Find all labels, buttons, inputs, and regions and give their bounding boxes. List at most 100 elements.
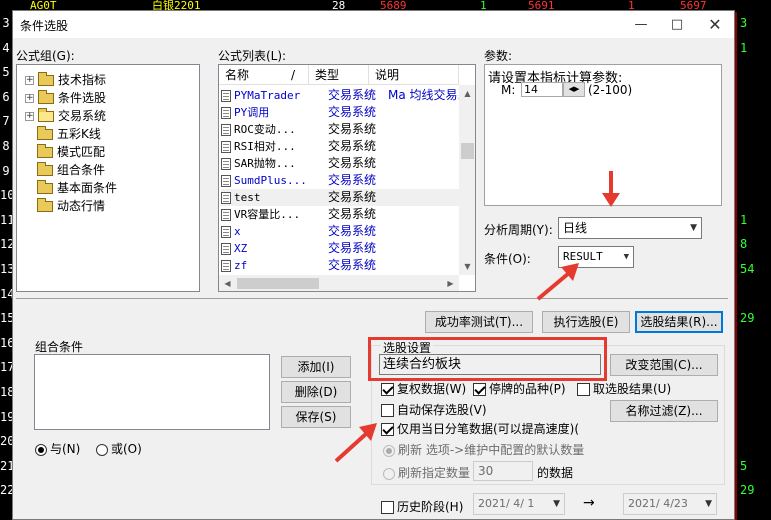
list-item[interactable]: SumdPlus... 交易系统 xyxy=(221,172,459,189)
list-item[interactable]: x 交易系统 xyxy=(221,223,459,240)
scroll-left-arrow-icon[interactable]: ◀ xyxy=(219,275,236,291)
formula-name: zf xyxy=(234,259,248,272)
date-to-value: 2021/ 4/23 xyxy=(628,497,688,510)
change-range-button[interactable]: 改变范围(C)... xyxy=(610,354,718,376)
tree-item-label: 组合条件 xyxy=(57,163,106,177)
formula-name: SumdPlus... xyxy=(234,174,307,187)
condition-label: 条件(O): xyxy=(484,252,531,266)
refresh-default-radio[interactable]: 刷新 选项->维护中配置的默认数量 xyxy=(383,441,584,458)
background-row-number: 13 xyxy=(0,262,15,276)
add-button[interactable]: 添加(I) xyxy=(281,356,351,378)
params-label: 参数: xyxy=(484,49,513,63)
list-item[interactable]: test 交易系统 xyxy=(221,189,459,206)
period-select[interactable]: 日线 ▼ xyxy=(558,217,702,239)
list-item[interactable]: VR容量比... 交易系统 xyxy=(221,206,459,223)
formula-type: 交易系统 xyxy=(328,173,377,187)
tree-item[interactable]: 组合条件 xyxy=(37,161,105,179)
or-radio[interactable]: 或(O) xyxy=(96,440,142,457)
suspended-checkbox[interactable]: 停牌的品种(P) xyxy=(473,380,566,397)
date-from-picker[interactable]: 2021/ 4/ 1 ▼ xyxy=(473,493,565,515)
param-m-spinner-icon[interactable]: ◀▶ xyxy=(563,82,585,97)
tree-item[interactable]: 模式匹配 xyxy=(37,143,105,161)
background-right-value: 1 xyxy=(740,212,748,227)
formula-doc-icon xyxy=(221,89,231,102)
execute-select-button[interactable]: 执行选股(E) xyxy=(542,311,630,333)
history-checkbox[interactable]: 历史阶段(H) xyxy=(381,498,463,515)
list-item[interactable]: PY调用 交易系统 xyxy=(221,104,459,121)
header-name-text: 名称 xyxy=(225,68,250,82)
column-header-type[interactable]: 类型 xyxy=(309,65,369,85)
formula-type: 交易系统 xyxy=(328,88,377,102)
minimize-button[interactable]: — xyxy=(623,11,659,38)
formula-type: 交易系统 xyxy=(328,105,377,119)
success-rate-test-button[interactable]: 成功率测试(T)... xyxy=(425,311,533,333)
list-item[interactable]: XZ 交易系统 xyxy=(221,240,459,257)
scroll-thumb[interactable] xyxy=(461,143,474,159)
combo-condition-list[interactable] xyxy=(34,354,270,430)
background-row-number: 7 xyxy=(2,114,10,129)
folder-icon xyxy=(37,180,53,194)
rights-checkbox[interactable]: 复权数据(W) xyxy=(381,380,466,397)
list-item[interactable]: zf 交易系统 xyxy=(221,257,459,274)
formula-doc-icon xyxy=(221,208,231,221)
param-m-input[interactable]: 14 xyxy=(521,82,563,97)
column-header-desc[interactable]: 说明 xyxy=(369,65,459,85)
h-scroll-thumb[interactable] xyxy=(237,278,319,289)
list-item[interactable]: RSI相对... 交易系统 xyxy=(221,138,459,155)
tree-item-label: 条件选股 xyxy=(58,91,107,105)
separator xyxy=(16,298,728,299)
formula-group-tree[interactable]: + 技术指标 + 条件选股 + 交易系统 五彩K线 模式匹配组合条件基本面条件动态行情 xyxy=(16,64,200,292)
formula-doc-icon xyxy=(221,157,231,170)
formula-type: 交易系统 xyxy=(328,190,377,204)
tree-item[interactable]: + 交易系统 xyxy=(25,107,106,125)
list-horizontal-scrollbar[interactable]: ◀ ▶ xyxy=(219,275,459,291)
tree-item[interactable]: + 条件选股 xyxy=(25,89,106,107)
refresh-count-input[interactable]: 30 xyxy=(473,461,533,481)
tick-only-checkbox[interactable]: 仅用当日分笔数据(可以提高速度)( xyxy=(381,420,579,437)
formula-doc-icon xyxy=(221,191,231,204)
tree-item[interactable]: + 技术指标 xyxy=(25,71,106,89)
inverse-result-checkbox[interactable]: 取选股结果(U) xyxy=(577,380,671,397)
delete-button[interactable]: 删除(D) xyxy=(281,381,351,403)
list-item[interactable]: SAR抛物... 交易系统 xyxy=(221,155,459,172)
list-item[interactable]: PYMaTrader 交易系统 Ma 均线交易系统 xyxy=(221,87,468,104)
tree-item[interactable]: 五彩K线 xyxy=(37,125,101,143)
date-to-picker[interactable]: 2021/ 4/23 ▼ xyxy=(623,493,717,515)
background-row-number: 22 xyxy=(0,483,15,498)
maximize-button[interactable]: □ xyxy=(659,11,695,38)
scroll-up-arrow-icon[interactable]: ▲ xyxy=(459,85,475,102)
list-item[interactable]: ROC变动... 交易系统 xyxy=(221,121,459,138)
refresh-count-radio[interactable]: 刷新指定数量 xyxy=(383,464,470,481)
scroll-right-arrow-icon[interactable]: ▶ xyxy=(442,275,459,291)
folder-icon xyxy=(37,126,53,140)
expand-icon[interactable]: + xyxy=(25,112,34,121)
background-row-number: 21 xyxy=(0,458,15,473)
expand-icon[interactable]: + xyxy=(25,94,34,103)
column-header-name[interactable]: 名称 / xyxy=(219,65,309,85)
tree-item[interactable]: 动态行情 xyxy=(37,197,105,215)
close-button[interactable]: ✕ xyxy=(697,11,733,38)
tree-item-label: 技术指标 xyxy=(58,73,107,87)
name-filter-button[interactable]: 名称过滤(Z)... xyxy=(610,400,718,422)
formula-type: 交易系统 xyxy=(328,122,377,136)
formula-list[interactable]: 名称 / 类型 说明 PYMaTrader交易系统Ma 均线交易系统PY调用交易… xyxy=(218,64,476,292)
autosave-checkbox[interactable]: 自动保存选股(V) xyxy=(381,401,487,418)
date-range-arrow: → xyxy=(583,495,595,511)
history-label: 历史阶段(H) xyxy=(397,500,464,514)
background-right-value: 54 xyxy=(740,262,755,276)
formula-name: ROC变动... xyxy=(234,123,296,136)
and-radio[interactable]: 与(N) xyxy=(35,440,80,457)
and-label: 与(N) xyxy=(50,442,81,456)
background-right-value: 29 xyxy=(740,483,755,498)
formula-doc-icon xyxy=(221,106,231,119)
list-vertical-scrollbar[interactable]: ▲ ▼ xyxy=(459,85,475,275)
tree-item-label: 基本面条件 xyxy=(57,181,118,195)
expand-icon[interactable]: + xyxy=(25,76,34,85)
select-result-button[interactable]: 选股结果(R)... xyxy=(635,311,723,333)
scroll-down-arrow-icon[interactable]: ▼ xyxy=(459,258,475,275)
checkbox-checked-icon xyxy=(381,423,394,436)
background-row-number: 6 xyxy=(2,89,10,104)
refresh-count-label: 刷新指定数量 xyxy=(398,466,471,480)
chevron-down-icon: ▼ xyxy=(705,499,712,509)
tree-item[interactable]: 基本面条件 xyxy=(37,179,117,197)
